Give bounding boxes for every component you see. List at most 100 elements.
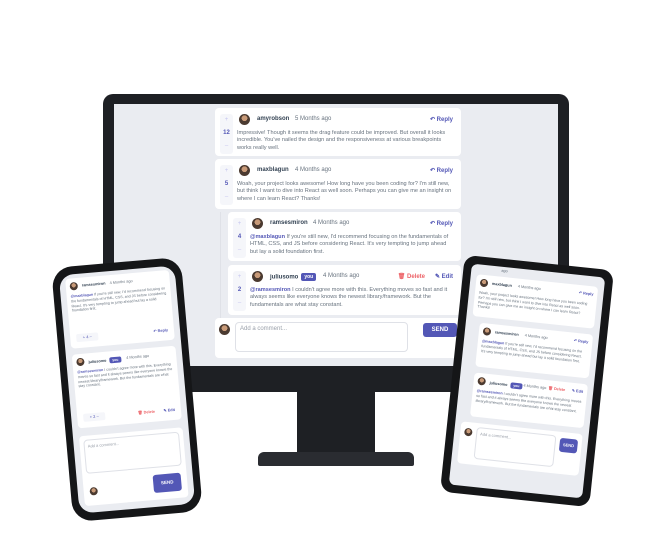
mention[interactable]: @ramsesmiron bbox=[250, 287, 291, 293]
vote-control: + 2 – bbox=[233, 271, 246, 311]
avatar bbox=[463, 427, 473, 437]
delete-button[interactable]: 🗑 Delete bbox=[138, 409, 156, 415]
downvote-icon[interactable]: – bbox=[220, 140, 233, 153]
tablet-screen: ago maxblagun 4 Months ago ↶ Reply Woah,… bbox=[448, 263, 606, 499]
delete-button[interactable]: 🗑 Delete bbox=[548, 385, 566, 392]
avatar bbox=[477, 376, 487, 386]
reply-card: + 2 – juliusomo you 4 Months ago 🗑 Delete… bbox=[228, 265, 461, 315]
reply-text: @ramsesmiron I couldn't agree more with … bbox=[250, 287, 448, 308]
avatar bbox=[479, 278, 489, 288]
vote-control: + 4 – bbox=[233, 218, 246, 258]
downvote-icon[interactable]: – bbox=[220, 191, 233, 204]
username: juliusomo you bbox=[88, 356, 122, 365]
timestamp: ago bbox=[501, 268, 508, 274]
username: juliusomo you bbox=[489, 380, 523, 390]
comment-card: + 12 – amyrobson 5 Months ago ↶ Reply Im… bbox=[215, 108, 461, 156]
username: amyrobson bbox=[257, 116, 290, 122]
tablet-device: ago maxblagun 4 Months ago ↶ Reply Woah,… bbox=[439, 254, 615, 508]
delete-button[interactable]: 🗑 Delete bbox=[398, 273, 425, 280]
reply-text: @ramsesmiron I couldn't agree more with … bbox=[77, 362, 173, 389]
vote-control: + 5 – bbox=[220, 165, 233, 205]
timestamp: 4 Months ago bbox=[313, 220, 350, 226]
timestamp: 5 Months ago bbox=[295, 116, 332, 122]
upvote-icon: + bbox=[89, 414, 93, 420]
comment-composer: Add a comment... SEND bbox=[215, 318, 461, 358]
mention[interactable]: @maxblagun bbox=[250, 234, 285, 240]
avatar bbox=[76, 357, 85, 367]
thread-line bbox=[220, 212, 221, 320]
edit-button[interactable]: ✎ Edit bbox=[435, 273, 453, 280]
downvote-icon[interactable]: – bbox=[233, 297, 246, 310]
send-button[interactable]: SEND bbox=[423, 323, 457, 337]
timestamp: 4 Months ago bbox=[109, 279, 133, 286]
you-badge: you bbox=[510, 382, 523, 390]
edit-button[interactable]: ✎ Edit bbox=[572, 388, 584, 394]
avatar bbox=[239, 114, 250, 125]
comment-input[interactable]: Add a comment... bbox=[235, 322, 408, 352]
reply-button[interactable]: ↶ Reply bbox=[153, 327, 168, 333]
comment-text: Impressive! Though it seems the drag fea… bbox=[237, 130, 446, 151]
avatar bbox=[482, 327, 492, 336]
reply-icon: ↶ bbox=[429, 221, 437, 227]
vote-control[interactable]: + 4 – bbox=[75, 332, 99, 343]
timestamp: 4 Months ago bbox=[295, 167, 332, 173]
reply-card: juliusomo you 4 Months ago @ramsesmiron I… bbox=[71, 345, 182, 429]
timestamp: 4 Months ago bbox=[524, 333, 548, 340]
send-button[interactable]: SEND bbox=[558, 437, 579, 454]
reply-button[interactable]: ↶ Reply bbox=[579, 290, 594, 297]
edit-button[interactable]: ✎ Edit bbox=[163, 407, 175, 413]
upvote-icon[interactable]: + bbox=[220, 114, 233, 127]
reply-button[interactable]: ↶ Reply bbox=[430, 116, 453, 123]
comment-composer: Add a comment... SEND bbox=[457, 421, 583, 476]
comment-input[interactable]: Add a comment... bbox=[83, 431, 182, 474]
username: ramsesmiron bbox=[494, 330, 519, 337]
timestamp: 4 Months ago bbox=[517, 284, 541, 291]
reply-button[interactable]: ↶ Reply bbox=[430, 220, 453, 227]
comment-composer: Add a comment... SEND bbox=[78, 427, 189, 507]
avatar bbox=[239, 165, 250, 176]
monitor-stand bbox=[297, 392, 375, 456]
downvote-icon[interactable]: – bbox=[233, 244, 246, 257]
comment-input[interactable]: Add a comment... bbox=[473, 427, 557, 468]
reply-text: @maxblagun If you're still new, I'd reco… bbox=[70, 286, 167, 313]
avatar bbox=[219, 324, 230, 335]
reply-card: ramsesmiron 4 Months ago ↶ Reply @maxbla… bbox=[475, 322, 594, 379]
pencil-icon: ✎ bbox=[434, 274, 442, 280]
upvote-icon: + bbox=[82, 334, 86, 340]
score: 4 bbox=[237, 234, 242, 240]
username: maxblagun bbox=[257, 167, 289, 173]
timestamp: 4 Months ago bbox=[523, 383, 547, 391]
trash-icon: 🗑 bbox=[397, 274, 407, 280]
avatar bbox=[252, 271, 263, 282]
upvote-icon[interactable]: + bbox=[233, 271, 246, 284]
phone-device: ramsesmiron 4 Months ago @maxblagun If y… bbox=[51, 256, 203, 523]
monitor-stand-base bbox=[258, 452, 414, 466]
phone-screen: ramsesmiron 4 Months ago @maxblagun If y… bbox=[58, 265, 196, 514]
username: ramsesmiron bbox=[81, 281, 106, 288]
upvote-icon[interactable]: + bbox=[233, 218, 246, 231]
upvote-icon[interactable]: + bbox=[220, 165, 233, 178]
score: 5 bbox=[224, 181, 229, 187]
reply-icon: ↶ bbox=[429, 117, 437, 123]
vote-control: + 12 – bbox=[220, 114, 233, 154]
reply-button[interactable]: ↶ Reply bbox=[430, 167, 453, 174]
send-button[interactable]: SEND bbox=[152, 472, 183, 494]
score: 2 bbox=[237, 287, 242, 293]
avatar bbox=[252, 218, 263, 229]
timestamp: 4 Months ago bbox=[126, 353, 150, 360]
reply-button[interactable]: ↶ Reply bbox=[574, 338, 589, 345]
vote-control[interactable]: + 2 – bbox=[82, 412, 106, 422]
comment-card: + 5 – maxblagun 4 Months ago ↶ Reply Woa… bbox=[215, 159, 461, 209]
timestamp: 4 Months ago bbox=[323, 273, 360, 279]
comment-text: Woah, your project looks awesome! How lo… bbox=[237, 181, 452, 202]
comment-card: maxblagun 4 Months ago ↶ Reply Woah, you… bbox=[472, 274, 599, 329]
reply-icon: ↶ bbox=[429, 168, 437, 174]
score: 12 bbox=[223, 130, 230, 136]
reply-card: juliusomo you 4 Months ago 🗑 Delete ✎ Edi… bbox=[470, 372, 588, 429]
comment-text: Woah, your project looks awesome! How lo… bbox=[477, 290, 588, 315]
you-badge: you bbox=[109, 356, 122, 364]
username: ramsesmiron bbox=[270, 220, 308, 226]
reply-text: @maxblagun If you're still new, I'd reco… bbox=[480, 339, 583, 363]
downvote-icon: – bbox=[96, 413, 99, 419]
you-badge: you bbox=[301, 273, 317, 281]
